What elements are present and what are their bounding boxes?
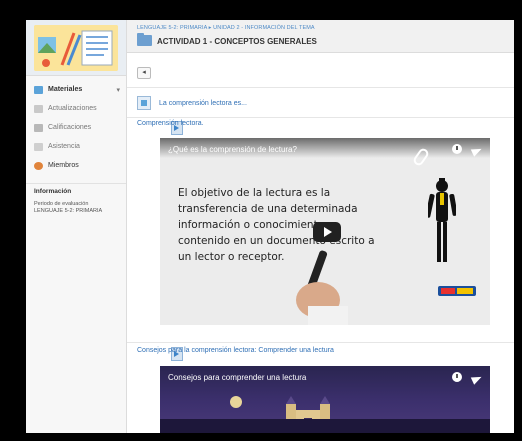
sidebar-item-asistencia[interactable]: Asistencia — [26, 137, 126, 156]
divider — [127, 117, 514, 118]
sidebar-item-calificaciones[interactable]: Calificaciones — [26, 118, 126, 137]
channel-logo — [438, 286, 476, 296]
info-section-title: Información — [26, 183, 126, 199]
sidebar-item-label: Calificaciones — [48, 124, 92, 131]
video-actions — [452, 144, 482, 154]
watch-later-icon[interactable] — [452, 372, 462, 382]
folder-icon — [137, 33, 152, 46]
members-icon — [34, 161, 43, 170]
material-item-page[interactable]: La comprensión lectora es... — [137, 96, 247, 110]
material-title[interactable]: La comprensión lectora es... — [159, 100, 247, 107]
sidebar-item-miembros[interactable]: Miembros — [26, 156, 126, 175]
info-section-text: Periodo de evaluación LENGUAJE 5-2: PRIM… — [26, 199, 126, 217]
video-actions — [452, 372, 482, 382]
sidebar-item-label: Miembros — [48, 162, 79, 169]
divider — [127, 342, 514, 343]
video-title[interactable]: ¿Qué es la comprensión de lectura? — [168, 145, 297, 154]
whiteboard-line: transferencia de una determinada — [178, 203, 358, 215]
chevron-down-icon: ▾ — [116, 86, 120, 94]
course-logo[interactable] — [34, 25, 118, 71]
material-title[interactable]: Consejos para la comprensión lectora: Co… — [137, 347, 334, 354]
video-player[interactable]: Consejos para comprender una lectura — [160, 366, 490, 433]
play-button[interactable] — [313, 222, 341, 242]
whiteboard-line: contenido en un documento escrito a — [178, 235, 375, 247]
video-title[interactable]: Consejos para comprender una lectura — [168, 373, 306, 382]
grades-icon — [34, 123, 43, 132]
sidebar-item-label: Actualizaciones — [48, 105, 97, 112]
sidebar-item-label: Materiales — [48, 86, 83, 93]
watch-later-icon[interactable] — [452, 144, 462, 154]
page-icon — [137, 96, 151, 110]
sidebar-item-actualizaciones[interactable]: Actualizaciones — [26, 99, 126, 118]
hand-illustration — [296, 250, 348, 325]
material-item-video[interactable]: Consejos para la comprensión lectora: Co… — [137, 346, 500, 361]
whiteboard-line: información o conocimiento, — [178, 219, 328, 231]
moon-illustration — [230, 396, 242, 408]
sidebar-nav: Materiales ▾ Actualizaciones Calificacio… — [26, 76, 126, 175]
video-player[interactable]: ¿Qué es la comprensión de lectura? El ob… — [160, 138, 490, 325]
person-figure-illustration — [428, 178, 456, 262]
main-content: LENGUAJE 5-2: PRIMARIA ▸ UNIDAD 2 - INFO… — [127, 20, 514, 433]
material-title[interactable]: Comprensión lectora. — [137, 120, 204, 127]
info-line: Periodo de evaluación — [34, 201, 89, 207]
share-icon[interactable] — [472, 372, 482, 382]
page-title: ACTIVIDAD 1 - CONCEPTOS GENERALES — [157, 37, 317, 46]
material-item-video[interactable]: Comprensión lectora. — [137, 120, 500, 135]
share-icon[interactable] — [472, 144, 482, 154]
breadcrumb[interactable]: LENGUAJE 5-2: PRIMARIA ▸ UNIDAD 2 - INFO… — [137, 25, 315, 31]
course-header — [26, 20, 126, 76]
video-icon — [170, 120, 500, 135]
sidebar-item-materiales[interactable]: Materiales ▾ — [26, 80, 126, 99]
back-button[interactable]: ◂ — [137, 67, 151, 79]
sidebar: Materiales ▾ Actualizaciones Calificacio… — [26, 20, 127, 433]
whiteboard-line: El objetivo de la lectura es la — [178, 187, 331, 199]
attendance-icon — [34, 142, 43, 151]
info-line: LENGUAJE 5-2: PRIMARIA — [34, 208, 103, 214]
hills-illustration — [160, 419, 490, 433]
course-logo-illustration — [34, 25, 118, 71]
sidebar-item-label: Asistencia — [48, 143, 80, 150]
app-window: Materiales ▾ Actualizaciones Calificacio… — [26, 20, 514, 433]
page-header: LENGUAJE 5-2: PRIMARIA ▸ UNIDAD 2 - INFO… — [127, 20, 514, 53]
materials-icon — [34, 85, 43, 94]
updates-icon — [34, 104, 43, 113]
divider — [127, 87, 514, 88]
